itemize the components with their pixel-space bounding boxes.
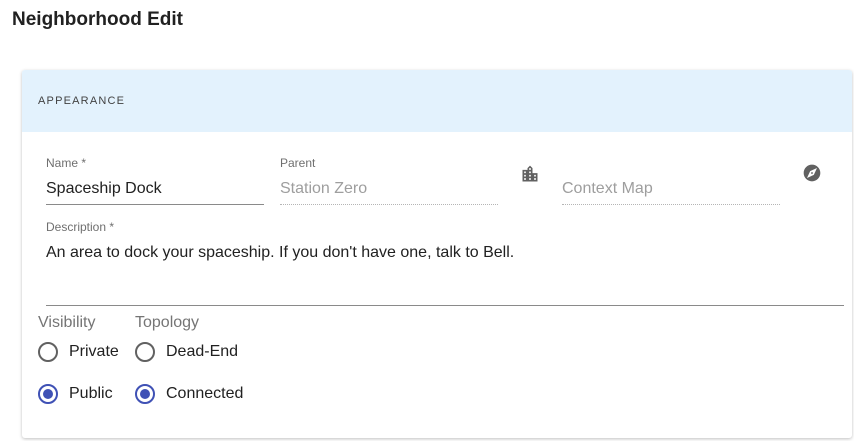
topology-dead-end-radio[interactable]: Dead-End	[135, 342, 238, 362]
page-title: Neighborhood Edit	[12, 9, 183, 30]
radio-label: Public	[69, 385, 113, 402]
visibility-label: Visibility	[38, 314, 96, 331]
visibility-private-radio[interactable]: Private	[38, 342, 119, 362]
description-field[interactable]: Description * An area to dock your space…	[46, 220, 844, 306]
context-map-field[interactable]: Context Map	[562, 156, 780, 205]
name-label: Name *	[46, 156, 87, 170]
topology-connected-radio[interactable]: Connected	[135, 384, 243, 404]
parent-underline	[280, 204, 498, 205]
section-label: APPEARANCE	[38, 95, 126, 107]
radio-label: Connected	[166, 385, 244, 402]
visibility-public-radio[interactable]: Public	[38, 384, 113, 404]
radio-unchecked-icon	[38, 342, 58, 362]
radio-label: Dead-End	[166, 343, 239, 360]
radio-unchecked-icon	[135, 342, 155, 362]
parent-field[interactable]: Parent Station Zero	[280, 156, 498, 205]
compass-icon[interactable]	[802, 163, 822, 183]
description-label: Description *	[46, 220, 115, 234]
appearance-card: APPEARANCE Name * Spaceship Dock Parent …	[22, 70, 852, 438]
parent-label: Parent	[280, 156, 316, 170]
description-underline	[46, 305, 844, 306]
context-map-underline	[562, 204, 780, 205]
radio-checked-icon	[38, 384, 58, 404]
name-field[interactable]: Name * Spaceship Dock	[46, 156, 264, 205]
name-input[interactable]: Spaceship Dock	[46, 180, 264, 198]
city-icon[interactable]	[520, 164, 540, 184]
parent-input[interactable]: Station Zero	[280, 180, 498, 198]
description-input[interactable]: An area to dock your spaceship. If you d…	[46, 244, 844, 262]
name-underline	[46, 204, 264, 205]
appearance-header[interactable]: APPEARANCE	[22, 70, 852, 132]
context-map-input[interactable]: Context Map	[562, 180, 780, 198]
radio-checked-icon	[135, 384, 155, 404]
radio-label: Private	[69, 343, 119, 360]
topology-label: Topology	[135, 314, 200, 331]
